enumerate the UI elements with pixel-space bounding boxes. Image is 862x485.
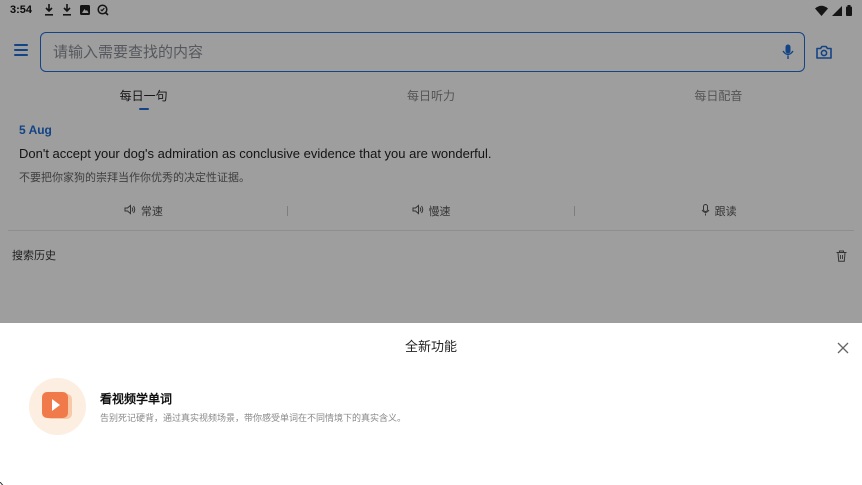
sheet-title: 全新功能 xyxy=(404,340,457,355)
modal-overlay[interactable] xyxy=(0,0,862,323)
video-play-icon[interactable] xyxy=(29,378,86,435)
feature-description: 告别死记硬背，通过真实视频场景，带你感受单词在不同情境下的真实含义。 xyxy=(100,414,407,424)
close-icon[interactable] xyxy=(837,339,849,354)
feature-title[interactable]: 看视频学单词 xyxy=(100,390,172,407)
new-feature-sheet: 全新功能 看视频学单词 告别死记硬背，通过真实视频场景，带你感受单词在不同情境下… xyxy=(0,323,862,485)
corner-cursor-icon xyxy=(0,476,8,485)
